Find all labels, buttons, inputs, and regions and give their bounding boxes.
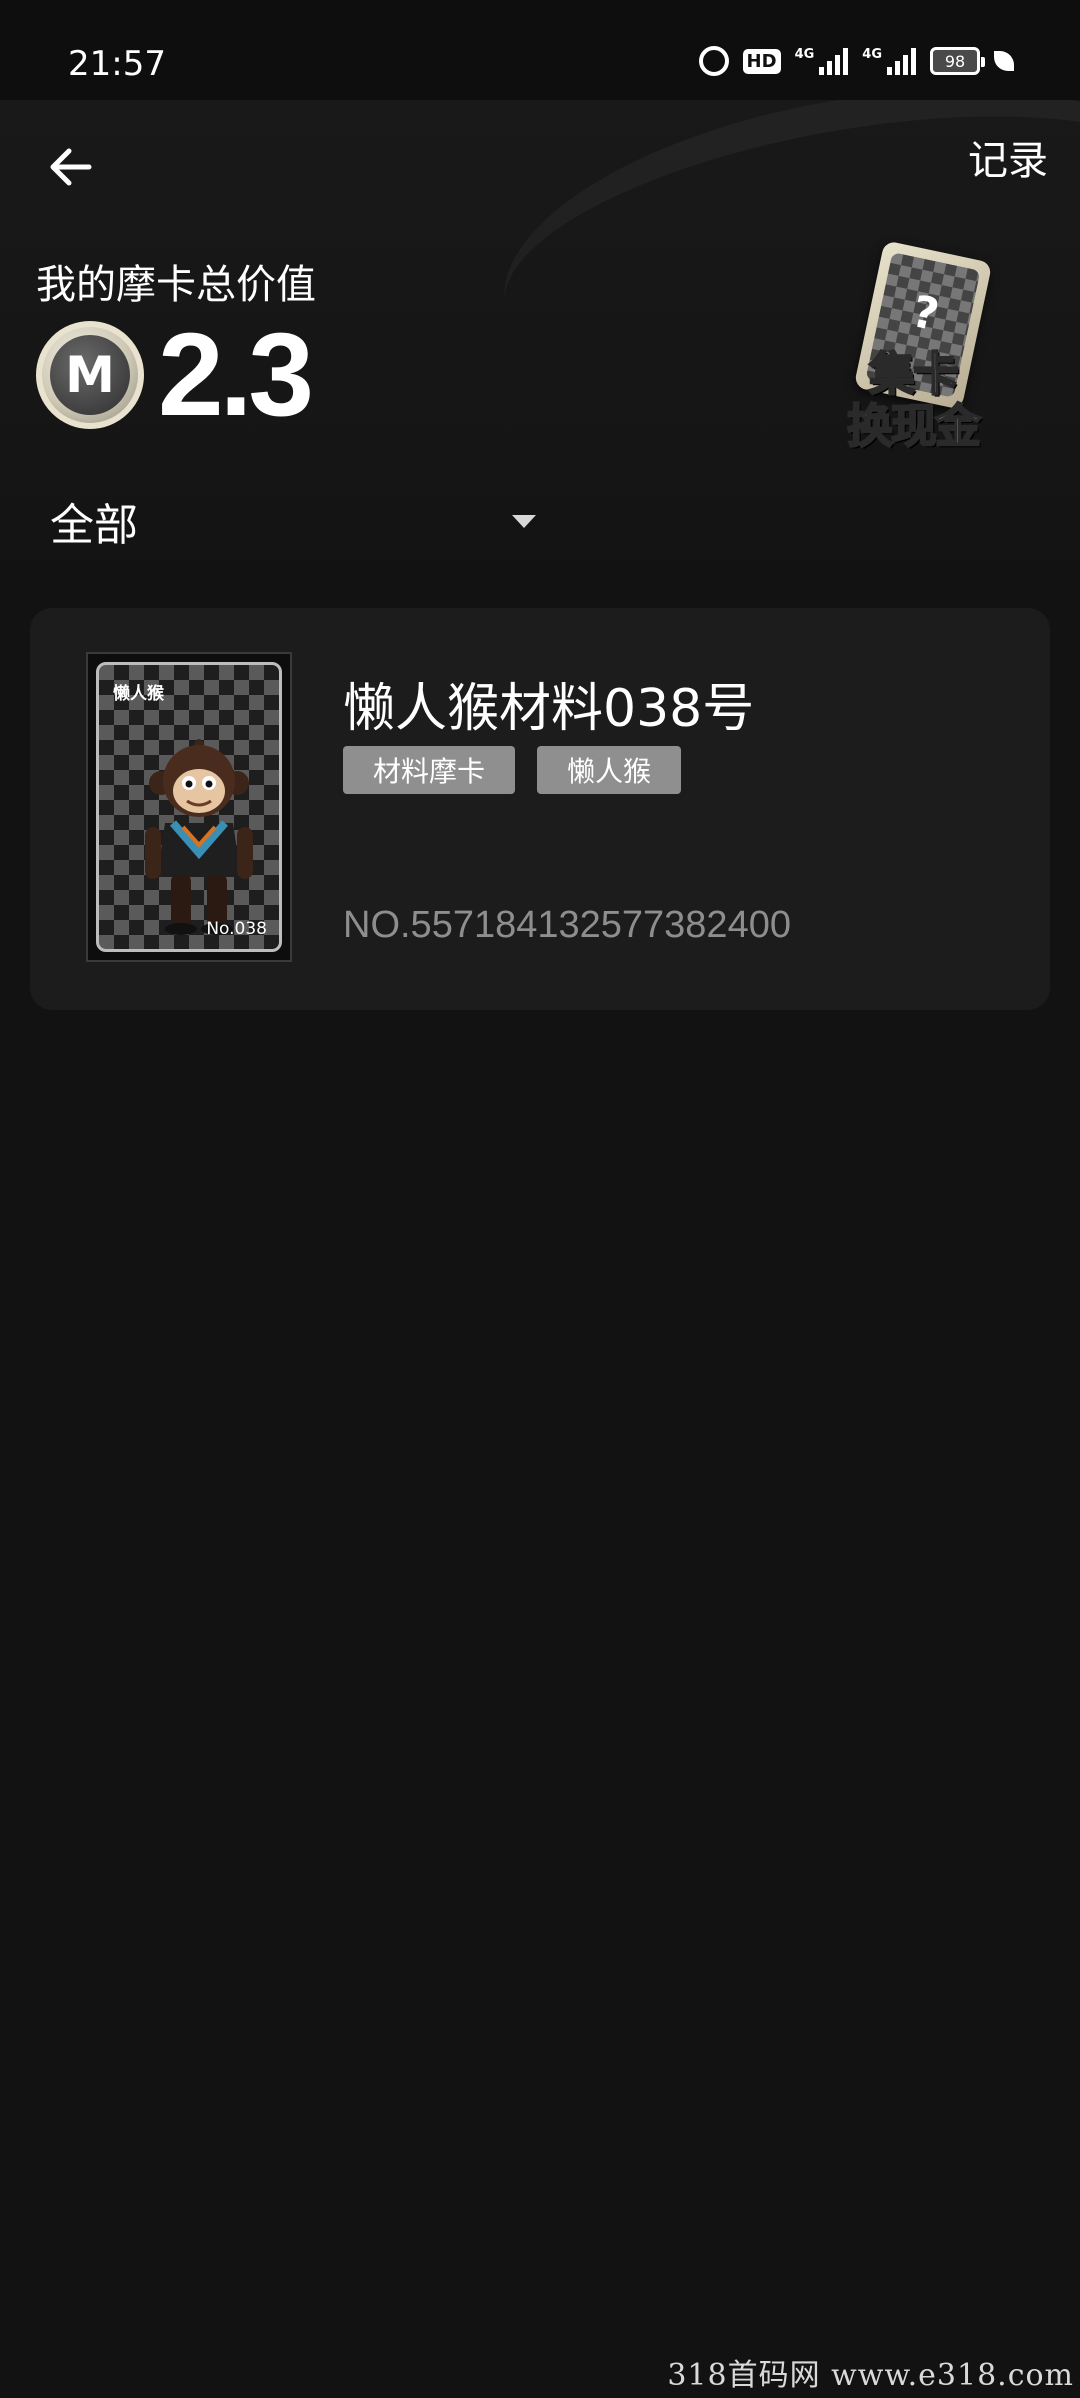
card-serial-number: NO.557184132577382400 <box>343 904 791 946</box>
signal-icon: 4G <box>862 47 916 75</box>
signal-icon: 4G <box>795 47 849 75</box>
arrow-left-icon <box>50 148 92 186</box>
status-icons: HD 4G 4G 98 <box>698 46 1014 76</box>
thumbnail-number-label: No.038 <box>206 919 267 939</box>
total-value: 2.3 <box>158 309 314 441</box>
coin-icon: M <box>36 321 144 429</box>
thumbnail-series-label: 懒人猴 <box>113 684 164 704</box>
promo-text: 集卡 换现金 <box>828 347 998 453</box>
card-tag: 懒人猴 <box>537 746 682 794</box>
card-list-item[interactable]: 懒人猴 No.038 懒人猴材料038号 材料摩卡 懒人猴 NO.5571841… <box>30 608 1050 1010</box>
coin-symbol: M <box>50 335 130 415</box>
promo-line-1: 集卡 <box>868 347 960 401</box>
monkey-character-icon <box>145 739 253 935</box>
card-thumbnail: 懒人猴 No.038 <box>86 652 292 962</box>
back-button[interactable] <box>44 140 98 194</box>
battery-icon: 98 <box>930 47 985 75</box>
card-title: 懒人猴材料038号 <box>343 679 755 739</box>
power-saving-leaf-icon <box>994 51 1014 71</box>
alarm-icon <box>698 46 729 76</box>
collect-cards-promo-button[interactable]: ? 集卡 换现金 <box>828 240 998 460</box>
page: 21:57 HD 4G 4G 98 记录 我的摩卡总价值 M 2.3 ? 集卡 … <box>0 0 1080 2398</box>
network-type-label: 4G <box>794 47 815 62</box>
total-value-label: 我的摩卡总价值 <box>36 262 316 308</box>
caret-down-icon <box>512 514 536 528</box>
watermark: 318首码网 www.e318.com <box>667 2358 1074 2393</box>
card-thumbnail-frame: 懒人猴 No.038 <box>96 662 282 952</box>
card-tag: 材料摩卡 <box>343 746 516 794</box>
category-filter-dropdown[interactable]: 全部 <box>50 488 540 554</box>
card-tags: 材料摩卡 懒人猴 <box>343 746 682 794</box>
promo-line-2: 换现金 <box>846 399 982 453</box>
network-type-label: 4G <box>862 47 882 62</box>
filter-selected-label: 全部 <box>50 500 138 551</box>
records-link[interactable]: 记录 <box>968 128 1048 186</box>
status-bar: 21:57 HD 4G 4G 98 <box>0 0 1080 100</box>
status-time: 21:57 <box>68 44 166 84</box>
total-value-row: M 2.3 <box>36 309 314 441</box>
hd-icon: HD <box>742 48 781 74</box>
